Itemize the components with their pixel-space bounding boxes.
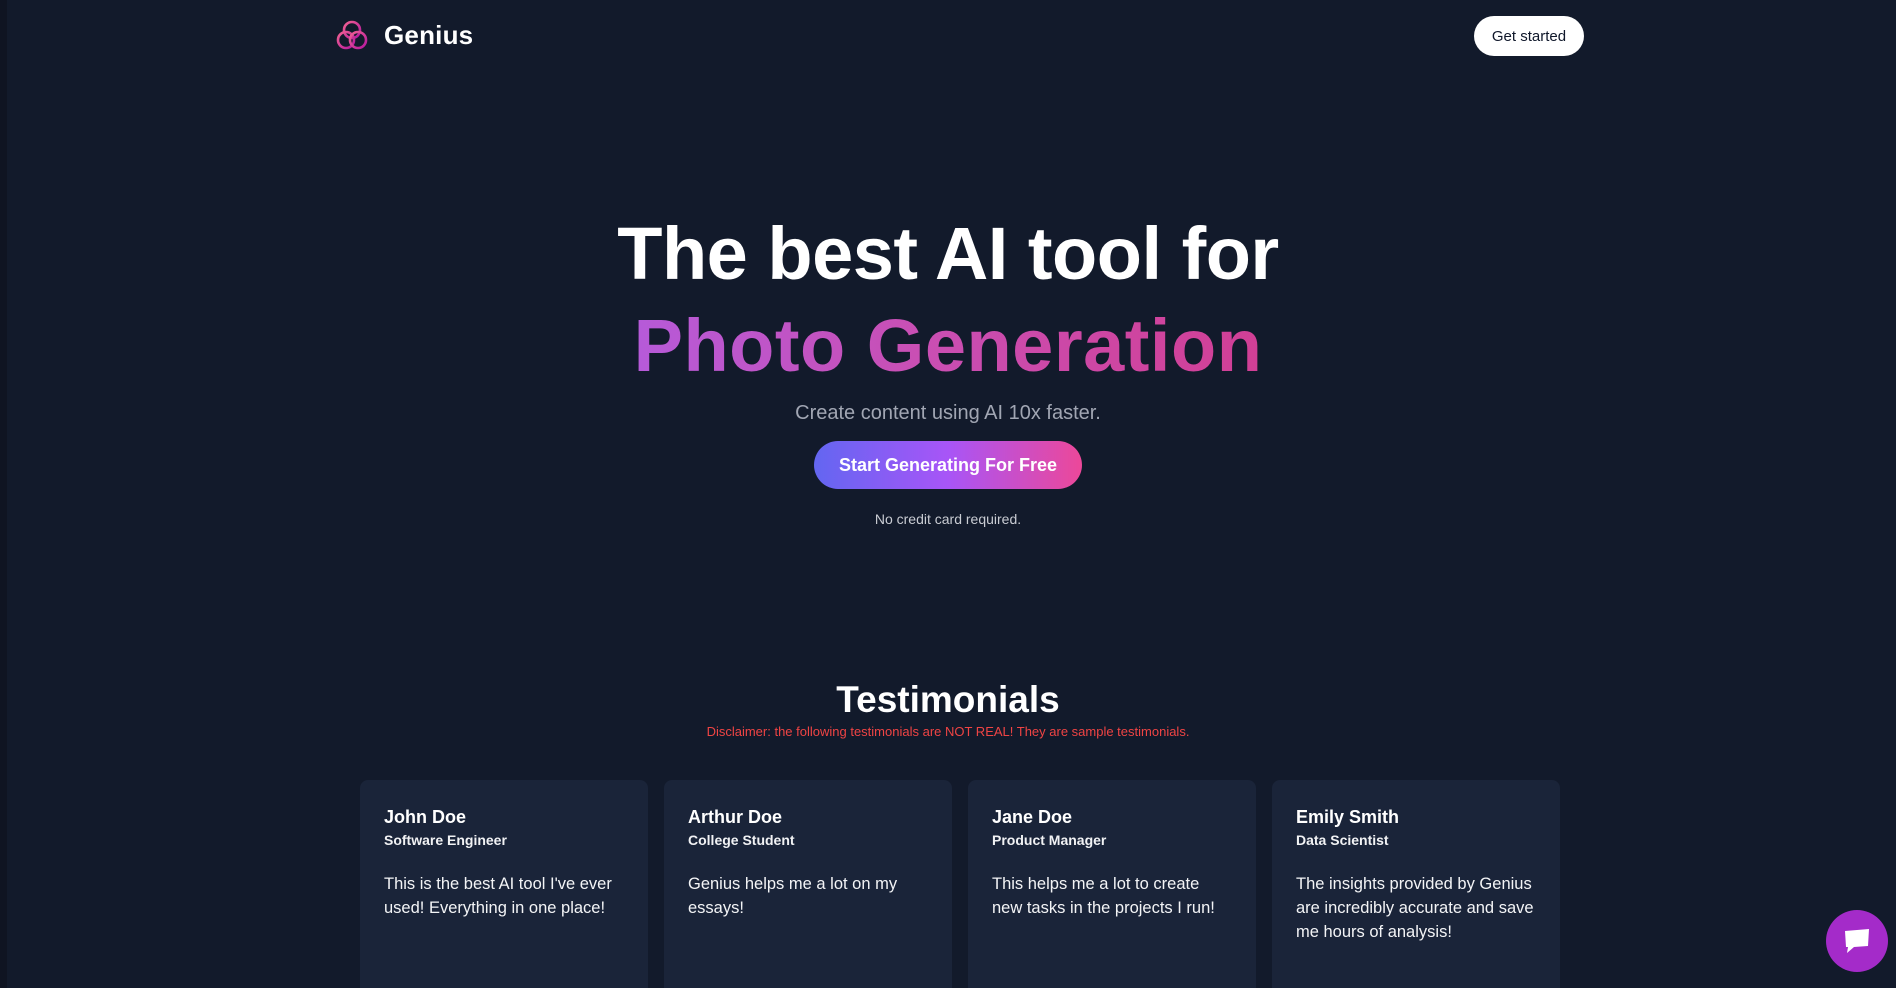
testimonial-role: Software Engineer xyxy=(384,832,507,848)
testimonials-header: Testimonials Disclaimer: the following t… xyxy=(0,678,1896,739)
hero-subtitle: Create content using AI 10x faster. xyxy=(795,402,1101,424)
testimonial-name: John Doe xyxy=(384,807,467,827)
testimonial-text: Genius helps me a lot on my essays! xyxy=(688,875,898,917)
genius-logo-icon xyxy=(336,20,368,50)
testimonial-text: This helps me a lot to create new tasks … xyxy=(992,875,1215,917)
testimonial-name: Arthur Doe xyxy=(688,807,782,827)
top-nav: Genius Get started xyxy=(334,15,1584,57)
testimonial-card: Emily Smith Data Scientist The insights … xyxy=(1272,780,1560,988)
testimonial-text: This is the best AI tool I've ever used!… xyxy=(384,875,612,917)
get-started-button[interactable]: Get started xyxy=(1474,16,1584,56)
hero-title: The best AI tool for xyxy=(617,212,1279,295)
chat-button[interactable] xyxy=(1826,910,1888,972)
testimonials-disclaimer: Disclaimer: the following testimonials a… xyxy=(706,724,1190,739)
brand-name: Genius xyxy=(384,19,474,50)
testimonial-name: Jane Doe xyxy=(992,807,1073,827)
testimonial-text: The insights provided by Genius are incr… xyxy=(1296,875,1534,941)
testimonial-role: Product Manager xyxy=(992,832,1107,848)
start-generating-button[interactable]: Start Generating For Free xyxy=(814,441,1082,489)
testimonial-role: Data Scientist xyxy=(1296,832,1389,848)
testimonial-name: Emily Smith xyxy=(1296,807,1400,827)
no-credit-card-note: No credit card required. xyxy=(874,511,1022,527)
testimonial-cards: John Doe Software Engineer This is the b… xyxy=(360,780,1560,988)
hero-highlight: Photo Generation xyxy=(634,298,1263,394)
testimonial-card: Jane Doe Product Manager This helps me a… xyxy=(968,780,1256,988)
hero-section: The best AI tool for Photo Generation Cr… xyxy=(0,210,1896,527)
testimonials-title: Testimonials xyxy=(836,679,1060,720)
page: Genius Get started The best AI tool for … xyxy=(0,0,1896,988)
testimonial-card: Arthur Doe College Student Genius helps … xyxy=(664,780,952,988)
chat-icon xyxy=(1845,929,1869,953)
testimonial-card: John Doe Software Engineer This is the b… xyxy=(360,780,648,988)
brand-link[interactable]: Genius xyxy=(334,17,473,53)
testimonial-role: College Student xyxy=(688,832,795,848)
